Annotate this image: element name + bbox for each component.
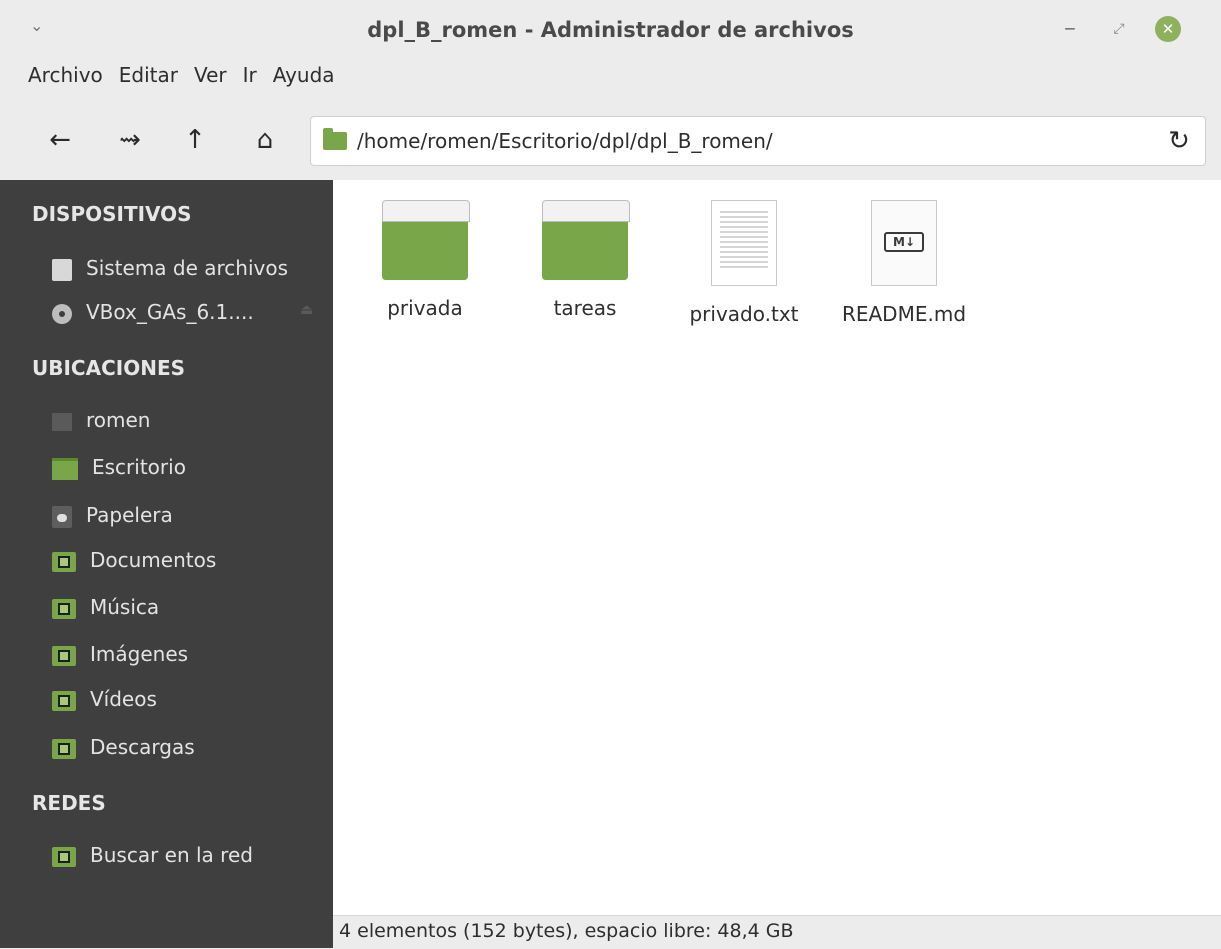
menu-ir[interactable]: Ir	[235, 58, 265, 92]
music-folder-icon	[52, 598, 76, 619]
sidebar-item-label: Sistema de archivos	[86, 256, 289, 280]
sidebar-header-places: UBICACIONES	[32, 356, 186, 380]
status-text: 4 elementos (152 bytes), espacio libre: …	[339, 920, 794, 942]
documents-folder-icon	[52, 551, 76, 572]
sidebar-item-label: Documentos	[90, 548, 217, 572]
sidebar-item-label: Vídeos	[90, 687, 157, 711]
file-item-readme-md[interactable]: M↓ README.md	[829, 200, 979, 326]
sidebar-item-documents[interactable]: Documentos	[52, 542, 216, 578]
sidebar-item-label: Buscar en la red	[90, 843, 253, 867]
up-button[interactable]: ↑	[175, 120, 215, 160]
optical-disc-icon	[52, 303, 72, 324]
sidebar-item-label: Imágenes	[90, 642, 189, 666]
sidebar-header-network: REDES	[32, 791, 106, 815]
sidebar-item-trash[interactable]: Papelera	[52, 497, 173, 533]
window-title: dpl_B_romen - Administrador de archivos	[367, 18, 854, 42]
hard-drive-icon	[52, 258, 72, 281]
desktop-icon	[52, 457, 78, 480]
back-button[interactable]: ←	[40, 120, 80, 160]
close-button[interactable]: ✕	[1155, 16, 1181, 42]
minimize-button[interactable]: ‒	[1057, 16, 1083, 42]
sidebar-header-devices: DISPOSITIVOS	[32, 202, 192, 226]
reload-button[interactable]: ↻	[1161, 123, 1197, 159]
menu-bar: Archivo Editar Ver Ir Ayuda	[0, 58, 1221, 98]
menu-archivo[interactable]: Archivo	[0, 58, 111, 92]
text-file-icon	[711, 200, 777, 286]
arrow-left-icon: ←	[49, 125, 71, 155]
downloads-folder-icon	[52, 738, 76, 759]
sidebar-item-home[interactable]: romen	[52, 402, 150, 438]
sidebar: DISPOSITIVOS Sistema de archivos VBox_GA…	[0, 180, 333, 948]
sidebar-item-videos[interactable]: Vídeos	[52, 681, 157, 717]
file-manager-window: ⌄ dpl_B_romen - Administrador de archivo…	[0, 0, 1221, 949]
pictures-folder-icon	[52, 645, 76, 666]
sidebar-item-desktop[interactable]: Escritorio	[52, 449, 186, 485]
sidebar-item-downloads[interactable]: Descargas	[52, 729, 195, 765]
sidebar-item-label: Escritorio	[92, 455, 186, 479]
sidebar-item-label: Papelera	[86, 503, 173, 527]
markdown-badge: M↓	[884, 232, 924, 252]
file-name: tareas	[553, 296, 617, 320]
menu-ver[interactable]: Ver	[186, 58, 235, 92]
home-icon: ⌂	[256, 125, 274, 155]
maximize-button[interactable]: ⤢	[1106, 16, 1132, 42]
folder-icon	[323, 128, 347, 150]
sidebar-item-label: VBox_GAs_6.1....	[86, 300, 254, 324]
network-folder-icon	[52, 846, 76, 867]
eject-icon[interactable]: ⏏	[300, 302, 316, 318]
file-item-privado-txt[interactable]: privado.txt	[669, 200, 819, 326]
sidebar-item-label: Descargas	[90, 735, 195, 759]
folder-icon	[542, 200, 630, 280]
sidebar-item-pictures[interactable]: Imágenes	[52, 636, 188, 672]
sidebar-item-browse-network[interactable]: Buscar en la red	[52, 837, 253, 873]
file-view[interactable]: privada tareas privado.txt M↓ README.md	[333, 180, 1221, 915]
file-item-tareas[interactable]: tareas	[510, 200, 660, 320]
arrow-right-icon: ⇝	[119, 125, 141, 155]
status-bar: 4 elementos (152 bytes), espacio libre: …	[333, 915, 1221, 949]
menu-ayuda[interactable]: Ayuda	[265, 58, 343, 92]
toolbar: ← ⇝ ↑ ⌂ /home/romen/Escritorio/dpl/dpl_B…	[0, 108, 1221, 172]
menu-editar[interactable]: Editar	[111, 58, 186, 92]
arrow-up-icon: ↑	[184, 125, 206, 155]
sidebar-item-vbox-disc[interactable]: VBox_GAs_6.1....	[52, 294, 254, 330]
location-bar[interactable]: /home/romen/Escritorio/dpl/dpl_B_romen/ …	[310, 116, 1206, 166]
title-bar[interactable]: ⌄ dpl_B_romen - Administrador de archivo…	[0, 0, 1221, 58]
reload-icon: ↻	[1168, 126, 1190, 156]
file-name: privada	[387, 296, 463, 320]
markdown-file-icon: M↓	[871, 200, 937, 286]
sidebar-item-filesystem[interactable]: Sistema de archivos	[52, 250, 288, 286]
file-name: privado.txt	[689, 302, 799, 326]
sidebar-item-music[interactable]: Música	[52, 589, 159, 625]
file-item-privada[interactable]: privada	[350, 200, 500, 320]
folder-icon	[382, 200, 470, 280]
sidebar-item-label: romen	[86, 408, 151, 432]
home-folder-icon	[52, 412, 72, 431]
file-name: README.md	[841, 302, 967, 326]
videos-folder-icon	[52, 690, 76, 711]
trash-icon	[52, 505, 72, 528]
home-button[interactable]: ⌂	[245, 120, 285, 160]
sidebar-item-label: Música	[90, 595, 160, 619]
forward-button[interactable]: ⇝	[110, 120, 150, 160]
location-path[interactable]: /home/romen/Escritorio/dpl/dpl_B_romen/	[357, 129, 773, 153]
